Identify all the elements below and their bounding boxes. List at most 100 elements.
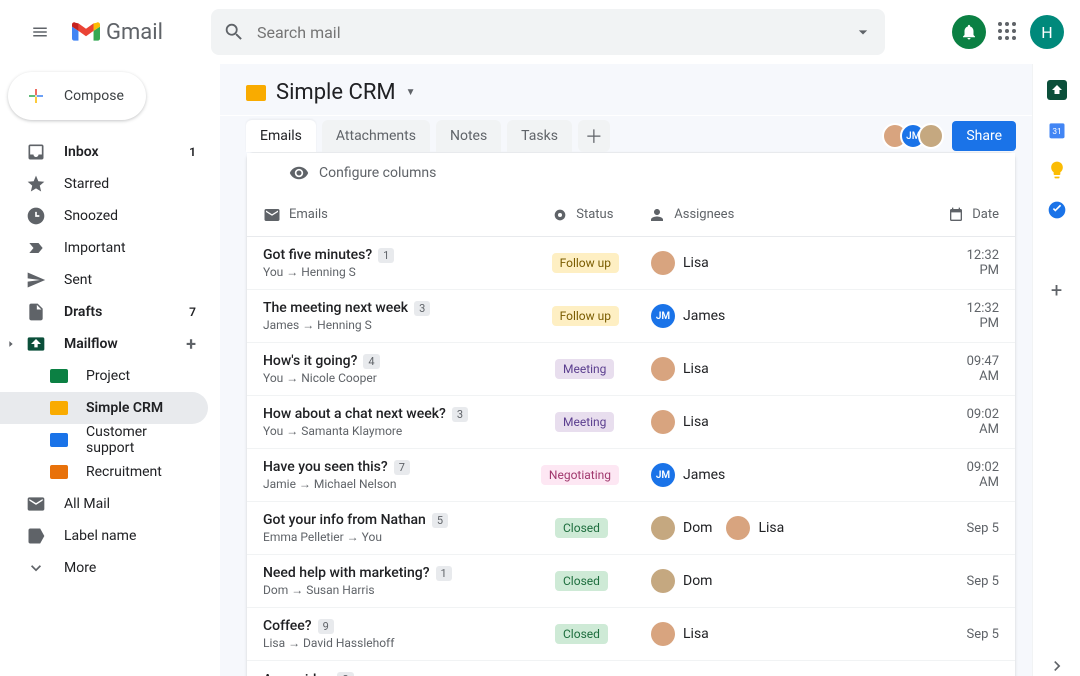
- assignees-cell[interactable]: Lisa: [635, 357, 935, 381]
- email-participants: Dom → Susan Harris: [263, 583, 375, 597]
- sidebar-item-drafts[interactable]: Drafts7: [0, 296, 208, 328]
- status-cell[interactable]: Closed: [539, 518, 635, 538]
- table-row[interactable]: Got five minutes?1You → Henning SFollow …: [247, 237, 1015, 290]
- status-cell[interactable]: Closed: [539, 624, 635, 644]
- assignees-cell[interactable]: Lisa: [635, 622, 935, 646]
- status-cell[interactable]: Follow up: [536, 253, 635, 273]
- table-row[interactable]: Got your info from Nathan5Emma Pelletier…: [247, 502, 1015, 555]
- assignees-cell[interactable]: Lisa: [635, 410, 935, 434]
- table-row[interactable]: Need help with marketing?1Dom → Susan Ha…: [247, 555, 1015, 608]
- bell-icon: [960, 23, 978, 41]
- assignee: JMJames: [651, 463, 725, 487]
- sidebar-item-inbox[interactable]: Inbox1: [0, 136, 208, 168]
- table-row[interactable]: How about a chat next week?3You → Samant…: [247, 396, 1015, 449]
- sidebar-item-snoozed[interactable]: Snoozed: [0, 200, 208, 232]
- tab-attachments[interactable]: Attachments: [322, 120, 430, 152]
- sidebar-item-starred[interactable]: Starred: [0, 168, 208, 200]
- sidebar-subfolder-customer-support[interactable]: Customer support: [0, 424, 208, 456]
- compose-button[interactable]: Compose: [8, 72, 146, 120]
- status-badge: Closed: [555, 518, 608, 538]
- tab-tasks[interactable]: Tasks: [507, 120, 572, 152]
- calendar-panel-icon[interactable]: 31: [1047, 120, 1067, 140]
- thread-count: 9: [318, 619, 334, 634]
- table-row[interactable]: Coffee?9Lisa → David HasslehoffClosedLis…: [247, 608, 1015, 661]
- nav-label: Snoozed: [64, 208, 118, 224]
- assignees-cell[interactable]: JMJames: [635, 463, 935, 487]
- sidebar-subfolder-simple-crm[interactable]: Simple CRM: [0, 392, 208, 424]
- hamburger-icon: [29, 23, 51, 41]
- tab-notes[interactable]: Notes: [436, 120, 501, 152]
- table-header: Emails Status Assignees Date: [247, 193, 1015, 237]
- side-panel: 31 +: [1032, 64, 1080, 676]
- sidebar-item-more[interactable]: More: [0, 552, 208, 584]
- column-assignees[interactable]: Assignees: [632, 206, 932, 224]
- search-input[interactable]: [257, 23, 853, 42]
- search-options-icon[interactable]: [853, 22, 873, 42]
- table-row[interactable]: A new idea3Dom → Paul GrahamClosedDomSep…: [247, 661, 1015, 676]
- column-date[interactable]: Date: [932, 207, 1015, 223]
- tab-emails[interactable]: Emails: [246, 120, 316, 152]
- collaborator-avatars[interactable]: JM: [890, 123, 944, 149]
- assignees-cell[interactable]: DomLisa: [635, 516, 935, 540]
- assignee-avatar: [651, 516, 675, 540]
- content: Simple CRM ▼ EmailsAttachmentsNotesTasks…: [220, 64, 1032, 676]
- share-button[interactable]: Share: [952, 121, 1016, 151]
- add-label-icon[interactable]: +: [186, 334, 196, 355]
- email-subject: Got your info from Nathan: [263, 512, 426, 528]
- email-subject: Got five minutes?: [263, 247, 372, 263]
- sidebar-subfolder-project[interactable]: Project: [0, 360, 208, 392]
- assignee: Lisa: [651, 622, 709, 646]
- status-cell[interactable]: Meeting: [539, 412, 635, 432]
- date-cell: Sep 5: [935, 521, 1015, 536]
- sidebar-item-mailflow[interactable]: Mailflow+: [0, 328, 208, 360]
- tabs-row: EmailsAttachmentsNotesTasks ＋ JM Share: [220, 116, 1032, 152]
- thread-count: 1: [378, 248, 394, 263]
- sidebar-item-label-name[interactable]: Label name: [0, 520, 208, 552]
- search-bar[interactable]: [211, 9, 885, 55]
- status-badge: Follow up: [552, 253, 619, 273]
- collaborator-avatar[interactable]: [918, 123, 944, 149]
- assignees-cell[interactable]: Dom: [635, 569, 935, 593]
- date-cell: Sep 5: [935, 627, 1015, 642]
- configure-columns-label: Configure columns: [319, 165, 436, 181]
- subfolder-label: Customer support: [86, 424, 196, 456]
- sidebar-item-all-mail[interactable]: All Mail: [0, 488, 208, 520]
- table-row[interactable]: The meeting next week3James → Henning SF…: [247, 290, 1015, 343]
- add-tab-button[interactable]: ＋: [578, 120, 610, 152]
- gmail-logo[interactable]: Gmail: [72, 20, 163, 45]
- table-row[interactable]: How's it going?4You → Nicole CooperMeeti…: [247, 343, 1015, 396]
- sidebar-item-important[interactable]: Important: [0, 232, 208, 264]
- assignees-cell[interactable]: Lisa: [635, 251, 935, 275]
- status-cell[interactable]: Closed: [539, 571, 635, 591]
- column-status[interactable]: Status: [536, 207, 632, 223]
- add-panel-icon[interactable]: +: [1047, 280, 1067, 300]
- assignee: Dom: [651, 569, 712, 593]
- tasks-panel-icon[interactable]: [1047, 200, 1067, 220]
- collapse-panel-button[interactable]: [1047, 656, 1067, 676]
- status-cell[interactable]: Meeting: [539, 359, 635, 379]
- configure-columns-button[interactable]: Configure columns: [247, 153, 1015, 193]
- notifications-button[interactable]: [952, 15, 986, 49]
- main-menu-button[interactable]: [16, 8, 64, 56]
- sidebar-subfolder-recruitment[interactable]: Recruitment: [0, 456, 208, 488]
- email-cell: The meeting next week3James → Henning S: [247, 292, 536, 340]
- label name-icon: [26, 526, 46, 546]
- date-cell: 12:32 PM: [935, 301, 1015, 331]
- keep-panel-icon[interactable]: [1047, 160, 1067, 180]
- crm-table: Configure columns Emails Status Assignee…: [246, 152, 1016, 676]
- table-row[interactable]: Have you seen this?7Jamie → Michael Nels…: [247, 449, 1015, 502]
- mailflow-panel-icon[interactable]: [1047, 80, 1067, 100]
- nav-count: 1: [189, 145, 196, 159]
- nav-label: Starred: [64, 176, 109, 192]
- google-apps-button[interactable]: [996, 20, 1020, 44]
- status-cell[interactable]: Negotiating: [525, 465, 635, 485]
- important-icon: [26, 238, 46, 258]
- account-avatar[interactable]: H: [1030, 15, 1064, 49]
- subfolder-label: Recruitment: [86, 464, 162, 480]
- status-cell[interactable]: Follow up: [536, 306, 635, 326]
- nav-label: Sent: [64, 272, 92, 288]
- sidebar-item-sent[interactable]: Sent: [0, 264, 208, 296]
- assignees-cell[interactable]: JMJames: [635, 304, 935, 328]
- folder-dropdown-caret[interactable]: ▼: [406, 87, 416, 98]
- column-emails[interactable]: Emails: [247, 206, 536, 224]
